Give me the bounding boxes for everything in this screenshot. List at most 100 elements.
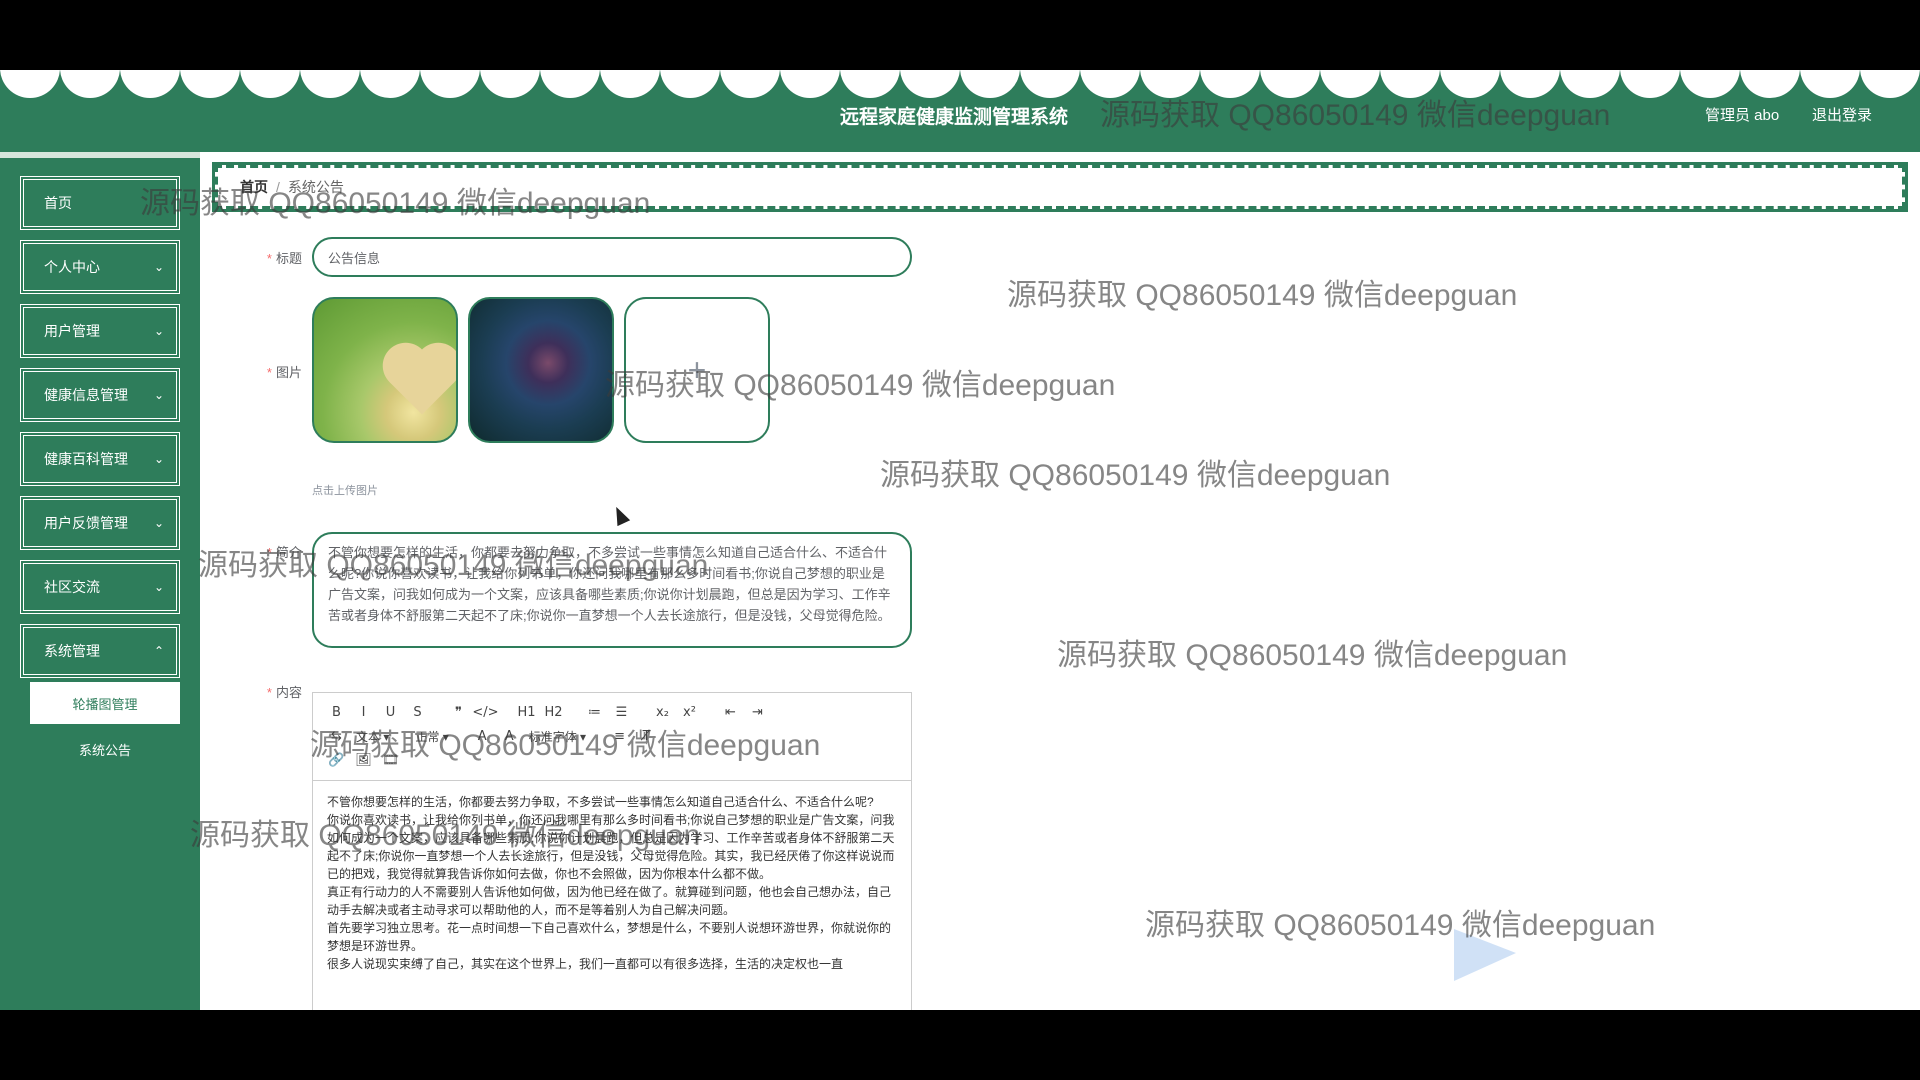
toolbar-button-r2-4[interactable]: A — [496, 725, 523, 747]
sidebar-item-label: 用户反馈管理 — [44, 515, 128, 531]
scallop-shape — [1140, 70, 1200, 98]
scallop-shape — [960, 70, 1020, 98]
sidebar-item-community[interactable]: 社区交流 ⌄ — [20, 560, 180, 614]
header: 远程家庭健康监测管理系统 管理员 abo 退出登录 — [0, 70, 1920, 152]
toolbar-button-r3-0[interactable]: 🔗 — [323, 749, 350, 771]
sidebar-item-label: 社区交流 — [44, 579, 100, 595]
editor-toolbar: B I U S ❞ </> H1 H2 ≔ ☰ x₂ x² ⇤ ⇥ ⇆ 文本 ▾ 正常 ▾ A A 标准字体 ▾ ≡ T… — [313, 693, 911, 781]
toolbar-button-r2-5[interactable]: 标准字体 ▾ — [523, 725, 592, 747]
toolbar-button-r2-7[interactable]: T̸ — [633, 725, 660, 747]
intro-textarea[interactable]: 不管你想要怎样的生活，你都要去努力争取，不多尝试一些事情怎么知道自己适合什么、不… — [312, 532, 912, 648]
editor-content[interactable]: 不管你想要怎样的生活，你都要去努力争取，不多尝试一些事情怎么知道自己适合什么、不… — [313, 781, 911, 1010]
breadcrumb-separator: / — [276, 179, 280, 195]
sidebar-item-label: 健康信息管理 — [44, 387, 128, 403]
sidebar: 首页 个人中心 ⌄ 用户管理 ⌄ 健康信息管理 ⌄ 健康百科管理 ⌄ 用户反馈管理 ⌄ 社… — [0, 152, 200, 1010]
scallop-shape — [540, 70, 600, 98]
scallop-shape — [600, 70, 660, 98]
heart-shape — [389, 349, 455, 415]
scallop-shape — [480, 70, 540, 98]
image-label: * 图片 — [266, 365, 302, 380]
rich-text-editor: B I U S ❞ </> H1 H2 ≔ ☰ x₂ x² ⇤ ⇥ ⇆ 文本 ▾ 正常 ▾ A A 标准字体 ▾ ≡ T… — [312, 692, 912, 1010]
sidebar-item-health-info[interactable]: 健康信息管理 ⌄ — [20, 368, 180, 422]
toolbar-button-r2-1[interactable]: 文本 ▾ — [350, 725, 395, 747]
toolbar-button-r1-9[interactable]: ☰ — [608, 701, 635, 723]
toolbar-button-r2-2[interactable]: 正常 ▾ — [409, 725, 454, 747]
sidebar-item-feedback[interactable]: 用户反馈管理 ⌄ — [20, 496, 180, 550]
toolbar-button-r1-1[interactable]: I — [350, 701, 377, 723]
scallop-shape — [1200, 70, 1260, 98]
sidebar-item-home[interactable]: 首页 — [20, 176, 180, 230]
sidebar-item-profile[interactable]: 个人中心 ⌄ — [20, 240, 180, 294]
scallop-shape — [1560, 70, 1620, 98]
toolbar-button-r2-6[interactable]: ≡ — [606, 725, 633, 747]
header-scallop-border — [0, 70, 1920, 104]
scallop-shape — [900, 70, 960, 98]
scallop-shape — [1260, 70, 1320, 98]
editor-paragraph: 很多人说现实束缚了自己，其实在这个世界上，我们一直都可以有很多选择，生活的决定权… — [327, 957, 844, 971]
editor-paragraph: 你说你喜欢读书，让我给你列书单，你还问我哪里有那么多时间看书;你说自己梦想的职业… — [327, 813, 895, 881]
upload-tip: 点击上传图片 — [312, 485, 378, 497]
toolbar-button-r1-13[interactable]: ⇥ — [744, 701, 771, 723]
chevron-down-icon: ⌄ — [153, 580, 164, 594]
letterbox-bottom — [0, 1010, 1920, 1080]
title-label: * 标题 — [266, 251, 302, 266]
toolbar-button-r1-12[interactable]: ⇤ — [717, 701, 744, 723]
required-asterisk: * — [266, 545, 272, 560]
breadcrumb-home[interactable]: 首页 — [240, 177, 268, 197]
required-asterisk: * — [266, 251, 272, 266]
chevron-down-icon: ⌄ — [153, 516, 164, 530]
toolbar-button-r1-5[interactable]: </> — [472, 701, 499, 723]
scallop-shape — [1740, 70, 1800, 98]
scallop-shape — [840, 70, 900, 98]
toolbar-button-r1-3[interactable]: S — [404, 701, 431, 723]
scallop-shape — [1320, 70, 1380, 98]
editor-paragraph: 首先要学习独立思考。花一点时间想一下自己喜欢什么，梦想是什么，不要别人说想环游世… — [327, 921, 892, 953]
toolbar-button-r1-8[interactable]: ≔ — [581, 701, 608, 723]
toolbar-button-r1-2[interactable]: U — [377, 701, 404, 723]
submenu-item-announcement[interactable]: 系统公告 — [30, 728, 180, 770]
scallop-shape — [1680, 70, 1740, 98]
toolbar-button-r1-11[interactable]: x² — [676, 701, 703, 723]
toolbar-button-r3-1[interactable]: 🖼 — [350, 749, 377, 771]
scallop-shape — [60, 70, 120, 98]
toolbar-button-r2-3[interactable]: A — [469, 725, 496, 747]
sidebar-item-health-wiki[interactable]: 健康百科管理 ⌄ — [20, 432, 180, 486]
uploaded-image-hearts[interactable] — [312, 297, 458, 443]
chevron-down-icon: ⌄ — [153, 260, 164, 274]
scallop-shape — [720, 70, 780, 98]
app-title: 远程家庭健康监测管理系统 — [840, 107, 1069, 128]
toolbar-button-r3-2[interactable]: 🎞 — [377, 749, 404, 771]
current-user: 管理员 abo — [1705, 107, 1780, 124]
sidebar-item-label: 用户管理 — [44, 323, 100, 339]
toolbar-row-2: ⇆ 文本 ▾ 正常 ▾ A A 标准字体 ▾ ≡ T̸ — [323, 725, 901, 747]
toolbar-button-r1-4[interactable]: ❞ — [445, 701, 472, 723]
toolbar-button-r1-10[interactable]: x₂ — [649, 701, 676, 723]
submenu-item-carousel[interactable]: 轮播图管理 — [30, 682, 180, 724]
scallop-shape — [1800, 70, 1860, 98]
letterbox-top — [0, 0, 1920, 70]
toolbar-button-r1-6[interactable]: H1 — [513, 701, 540, 723]
sidebar-item-users[interactable]: 用户管理 ⌄ — [20, 304, 180, 358]
scallop-shape — [780, 70, 840, 98]
toolbar-button-r2-0[interactable]: ⇆ — [323, 725, 350, 747]
chevron-down-icon: ⌄ — [153, 324, 164, 338]
required-asterisk: * — [266, 365, 272, 380]
logout-link[interactable]: 退出登录 — [1812, 104, 1872, 125]
title-input[interactable] — [312, 237, 912, 277]
scallop-shape — [660, 70, 720, 98]
system-submenu: 轮播图管理 系统公告 — [30, 682, 180, 774]
scallop-shape — [120, 70, 180, 98]
scallop-shape — [360, 70, 420, 98]
chevron-up-icon: ⌃ — [153, 644, 164, 658]
scallop-shape — [1620, 70, 1680, 98]
image-upload-button[interactable]: + — [624, 297, 770, 443]
toolbar-row-3: 🔗 🖼 🎞 — [323, 749, 901, 771]
toolbar-button-r1-7[interactable]: H2 — [540, 701, 567, 723]
scallop-shape — [420, 70, 480, 98]
sidebar-item-system[interactable]: 系统管理 ⌃ — [20, 624, 180, 678]
uploaded-image-fantasy[interactable] — [468, 297, 614, 443]
chevron-down-icon: ⌄ — [153, 388, 164, 402]
toolbar-button-r1-0[interactable]: B — [323, 701, 350, 723]
scallop-shape — [1440, 70, 1500, 98]
toolbar-row-1: B I U S ❞ </> H1 H2 ≔ ☰ x₂ x² ⇤ ⇥ — [323, 701, 901, 723]
